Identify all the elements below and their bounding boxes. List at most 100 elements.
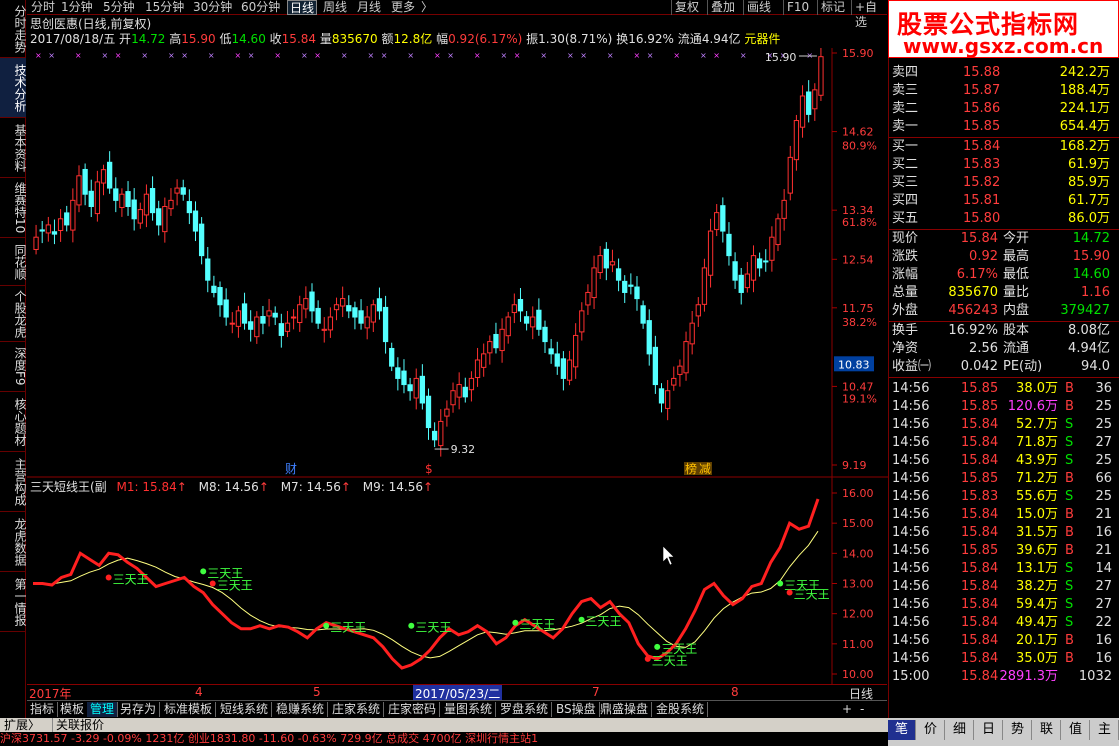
ask-volume: 242.2万	[1059, 65, 1110, 80]
candle-body	[64, 212, 70, 226]
tick-row: 14:56 15.84 59.4万 S 27	[889, 596, 1119, 614]
period-5min[interactable]: 5分钟	[103, 0, 135, 15]
panel-tab-7[interactable]: 主	[1091, 720, 1119, 740]
period-more[interactable]: 更多	[391, 0, 415, 15]
left-tab-9[interactable]: 龙虎数据	[0, 512, 27, 572]
candle-body	[622, 280, 628, 293]
left-tab-2[interactable]: 基本资料	[0, 118, 27, 178]
price-label-0: 15.90	[842, 48, 874, 60]
period-weekly[interactable]: 周线	[323, 0, 347, 15]
current-price-label: 10.83	[838, 358, 870, 371]
period-15min[interactable]: 15分钟	[145, 0, 184, 15]
tick-time: 14:56	[892, 507, 930, 522]
add-watchlist-button[interactable]: +自选	[851, 0, 887, 29]
tab-罗盘系统[interactable]: 罗盘系统	[497, 702, 553, 717]
period-30min[interactable]: 30分钟	[193, 0, 232, 15]
tab-庄家系统[interactable]: 庄家系统	[329, 702, 385, 717]
quote-row: 总量 835670 量比 1.16	[889, 284, 1119, 302]
tick-count: 27	[1095, 435, 1112, 450]
tab-稳赚系统[interactable]: 稳赚系统	[273, 702, 329, 717]
panel-tab-3[interactable]: 日	[975, 720, 1003, 740]
candle-body	[376, 298, 383, 312]
candle-body	[235, 310, 242, 327]
chevron-right-icon[interactable]: 〉	[421, 0, 433, 15]
candle-body	[192, 210, 199, 232]
left-tab-7[interactable]: 核心题材	[0, 392, 27, 452]
period-daily[interactable]: 日线	[287, 0, 318, 15]
indicator-name[interactable]: 三天短线王(副	[30, 480, 107, 494]
left-tab-3[interactable]: 维赛特10	[0, 178, 27, 238]
period-60min[interactable]: 60分钟	[241, 0, 280, 15]
left-tab-0[interactable]: 分时走势	[0, 0, 27, 58]
bid-price: 15.80	[963, 211, 1001, 226]
candle-body	[634, 286, 640, 300]
left-tab-6[interactable]: 深度F9	[0, 342, 27, 392]
left-tab-8[interactable]: 主营构成	[0, 452, 27, 512]
bid-row[interactable]: 买一 15.84 168.2万	[889, 138, 1119, 156]
period-分时[interactable]: 分时	[31, 0, 55, 15]
expand-button[interactable]: 扩展〉	[4, 718, 40, 732]
tick-price: 15.84	[961, 435, 999, 450]
overlay-button[interactable]: 叠加	[707, 0, 735, 15]
ask-row[interactable]: 卖四 15.88 242.2万	[889, 64, 1119, 82]
panel-tab-6[interactable]: 值	[1062, 720, 1090, 740]
bid-row[interactable]: 买三 15.82 85.9万	[889, 174, 1119, 192]
add-icon[interactable]: +	[839, 702, 855, 717]
mark-button[interactable]: 标记	[817, 0, 845, 15]
remove-icon[interactable]: -	[857, 702, 867, 717]
signal-dot	[200, 568, 207, 575]
info-open-label: 开	[119, 32, 132, 46]
info-sector-tag[interactable]: 元器件	[744, 32, 780, 46]
candle-body	[664, 390, 671, 409]
panel-tab-5[interactable]: 联	[1033, 720, 1061, 740]
bid-row[interactable]: 买二 15.83 61.9万	[889, 156, 1119, 174]
ask-row[interactable]: 卖一 15.85 654.4万	[889, 118, 1119, 136]
signal-dot	[777, 580, 784, 587]
tab-管理[interactable]: 管理	[87, 702, 119, 717]
panel-tab-2[interactable]: 细	[946, 720, 974, 740]
kline-chart[interactable]: ××××××××××××××××××××××××××××××××××××15.9…	[27, 48, 888, 478]
candle-body	[205, 258, 211, 281]
ask-row[interactable]: 卖二 15.86 224.1万	[889, 100, 1119, 118]
panel-tab-4[interactable]: 势	[1004, 720, 1032, 740]
f10-button[interactable]: F10	[783, 0, 809, 15]
draw-line-button[interactable]: 画线	[743, 0, 771, 15]
left-tab-4[interactable]: 同花顺	[0, 238, 27, 286]
price-label-5: 12.54	[842, 253, 874, 266]
tick-row: 15:00 15.84 2891.3万 1032	[889, 668, 1119, 686]
left-tab-1[interactable]: 技术分析	[0, 58, 27, 118]
tick-time: 14:56	[892, 417, 930, 432]
panel-tab-1[interactable]: 价	[917, 720, 945, 740]
panel-tab-0[interactable]: 笔	[888, 720, 916, 740]
tab-另存为[interactable]: 另存为	[117, 702, 161, 717]
signal-marker: ×	[607, 51, 614, 60]
bid-volume: 61.9万	[1068, 157, 1110, 172]
tab-量图系统[interactable]: 量图系统	[441, 702, 497, 717]
left-tab-5[interactable]: 个股龙虎	[0, 286, 27, 342]
tab-金股系统[interactable]: 金股系统	[653, 702, 709, 717]
tab-BS操盘[interactable]: BS操盘	[553, 702, 600, 717]
fund-key: 换手	[892, 323, 919, 338]
signal-label-4: 三天王	[415, 621, 451, 635]
fuquan-button[interactable]: 复权	[671, 0, 699, 15]
candle-body	[474, 359, 481, 379]
tab-鼎盛操盘[interactable]: 鼎盛操盘	[597, 702, 653, 717]
bid-row[interactable]: 买四 15.81 61.7万	[889, 192, 1119, 210]
signal-dot	[644, 655, 651, 662]
tab-模板[interactable]: 模板	[57, 702, 89, 717]
period-1min[interactable]: 1分钟	[61, 0, 93, 15]
tab-庄家密码[interactable]: 庄家密码	[385, 702, 441, 717]
left-tab-10[interactable]: 第一情报	[0, 572, 27, 632]
related-quotes-button[interactable]: 关联报价	[52, 718, 104, 732]
bid-row[interactable]: 买五 15.80 86.0万	[889, 210, 1119, 228]
tab-短线系统[interactable]: 短线系统	[217, 702, 273, 717]
period-monthly[interactable]: 月线	[357, 0, 381, 15]
tab-标准模板[interactable]: 标准模板	[161, 702, 217, 717]
tab-指标[interactable]: 指标	[27, 702, 59, 717]
ask-row[interactable]: 卖三 15.87 188.4万	[889, 82, 1119, 100]
indicator-chart[interactable]: 16.0015.0014.0013.0012.0011.0010.00 三天王三…	[27, 478, 888, 684]
candle-body	[603, 248, 609, 269]
tick-price: 15.84	[961, 579, 999, 594]
tick-row: 14:56 15.84 20.1万 B 16	[889, 632, 1119, 650]
indicator-axis-label-2: 14.00	[842, 547, 874, 560]
